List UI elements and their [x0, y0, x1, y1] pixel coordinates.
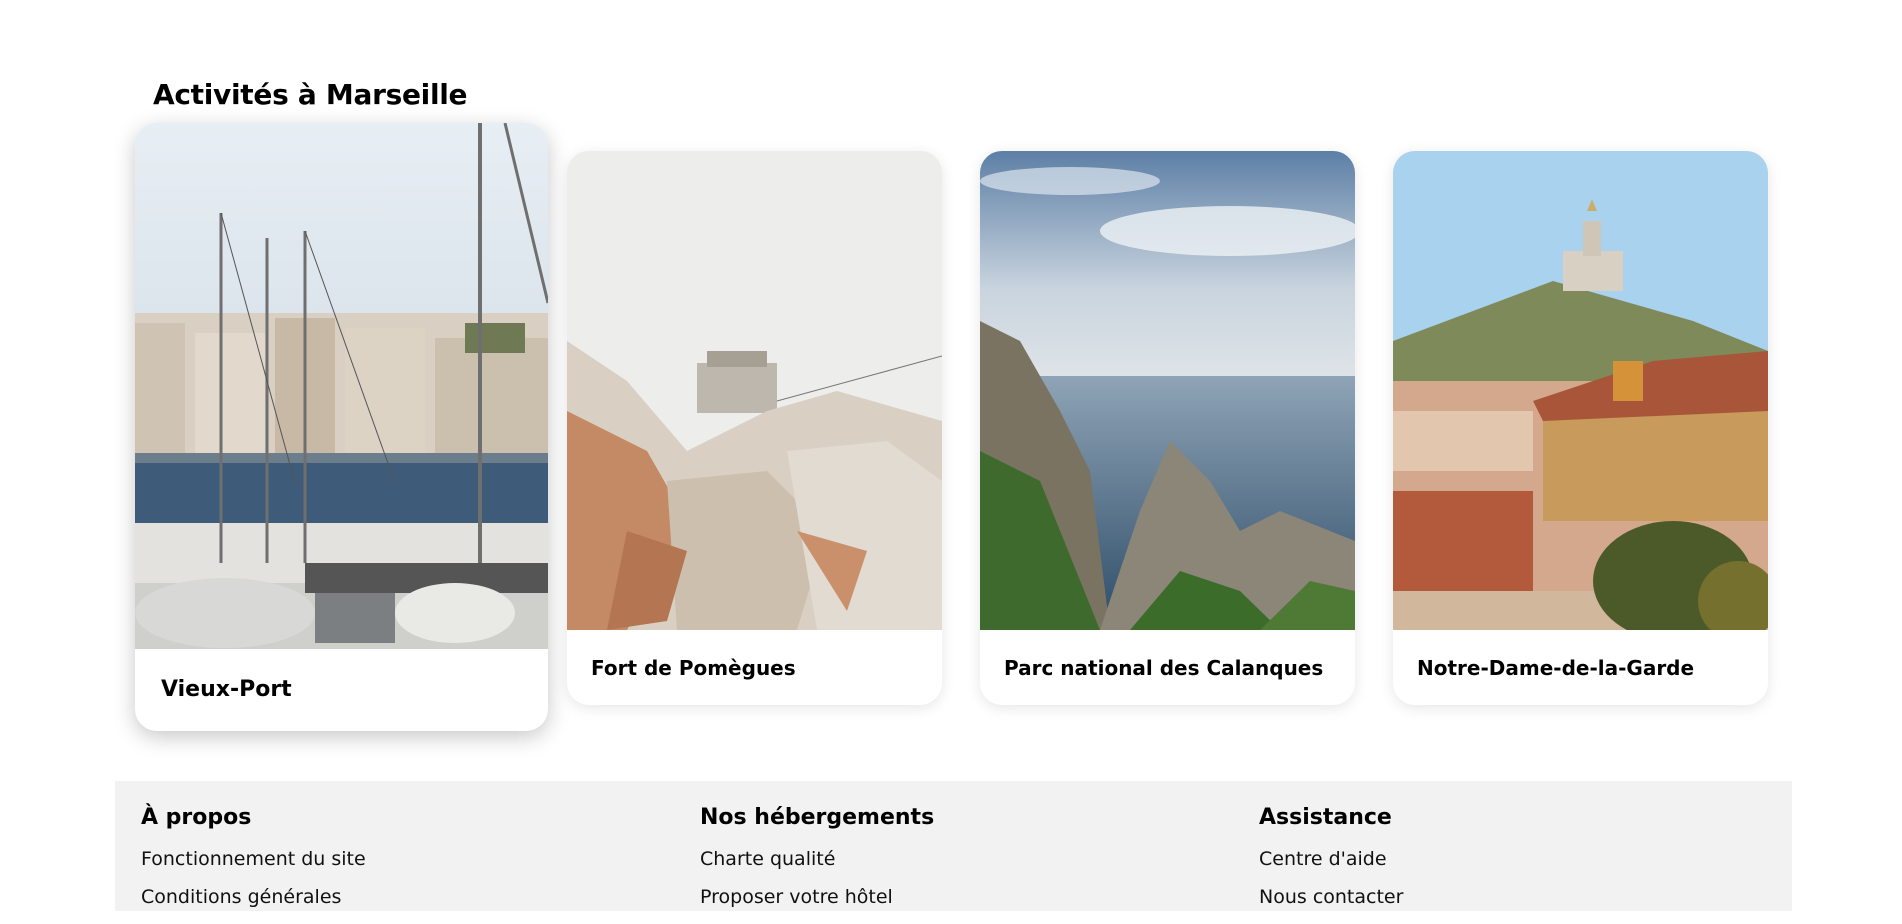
activity-card-vieux-port[interactable]: Vieux-Port — [135, 123, 548, 731]
footer-link-quality-charter[interactable]: Charte qualité — [700, 848, 934, 870]
activity-card-notre-dame-de-la-garde[interactable]: Notre-Dame-de-la-Garde — [1393, 151, 1768, 705]
footer-heading: Assistance — [1259, 805, 1392, 830]
footer-column-accommodations: Nos hébergements Charte qualité Proposer… — [700, 805, 934, 924]
activity-label: Parc national des Calanques — [1004, 656, 1324, 680]
activity-label: Vieux-Port — [161, 677, 292, 702]
section-title: Activités à Marseille — [153, 78, 468, 111]
footer-link-terms[interactable]: Conditions générales — [141, 886, 366, 908]
basilica-on-hill-image — [1393, 151, 1768, 630]
fort-on-rocks-image — [567, 151, 942, 630]
activity-card-fort-de-pomegues[interactable]: Fort de Pomègues — [567, 151, 942, 705]
footer-link-site-operation[interactable]: Fonctionnement du site — [141, 848, 366, 870]
footer-link-propose-hotel[interactable]: Proposer votre hôtel — [700, 886, 934, 908]
footer-heading: À propos — [141, 805, 252, 830]
activity-label: Notre-Dame-de-la-Garde — [1417, 656, 1695, 680]
footer-link-contact[interactable]: Nous contacter — [1259, 886, 1403, 908]
footer-column-about: À propos Fonctionnement du site Conditio… — [141, 805, 366, 924]
calanques-cliffs-sea-image — [980, 151, 1355, 630]
footer-heading: Nos hébergements — [700, 805, 935, 830]
site-footer: À propos Fonctionnement du site Conditio… — [115, 781, 1792, 911]
footer-link-help-center[interactable]: Centre d'aide — [1259, 848, 1403, 870]
activity-label: Fort de Pomègues — [591, 656, 796, 680]
activity-card-calanques[interactable]: Parc national des Calanques — [980, 151, 1355, 705]
footer-column-assistance: Assistance Centre d'aide Nous contacter — [1259, 805, 1403, 924]
harbor-boats-image — [135, 123, 548, 649]
